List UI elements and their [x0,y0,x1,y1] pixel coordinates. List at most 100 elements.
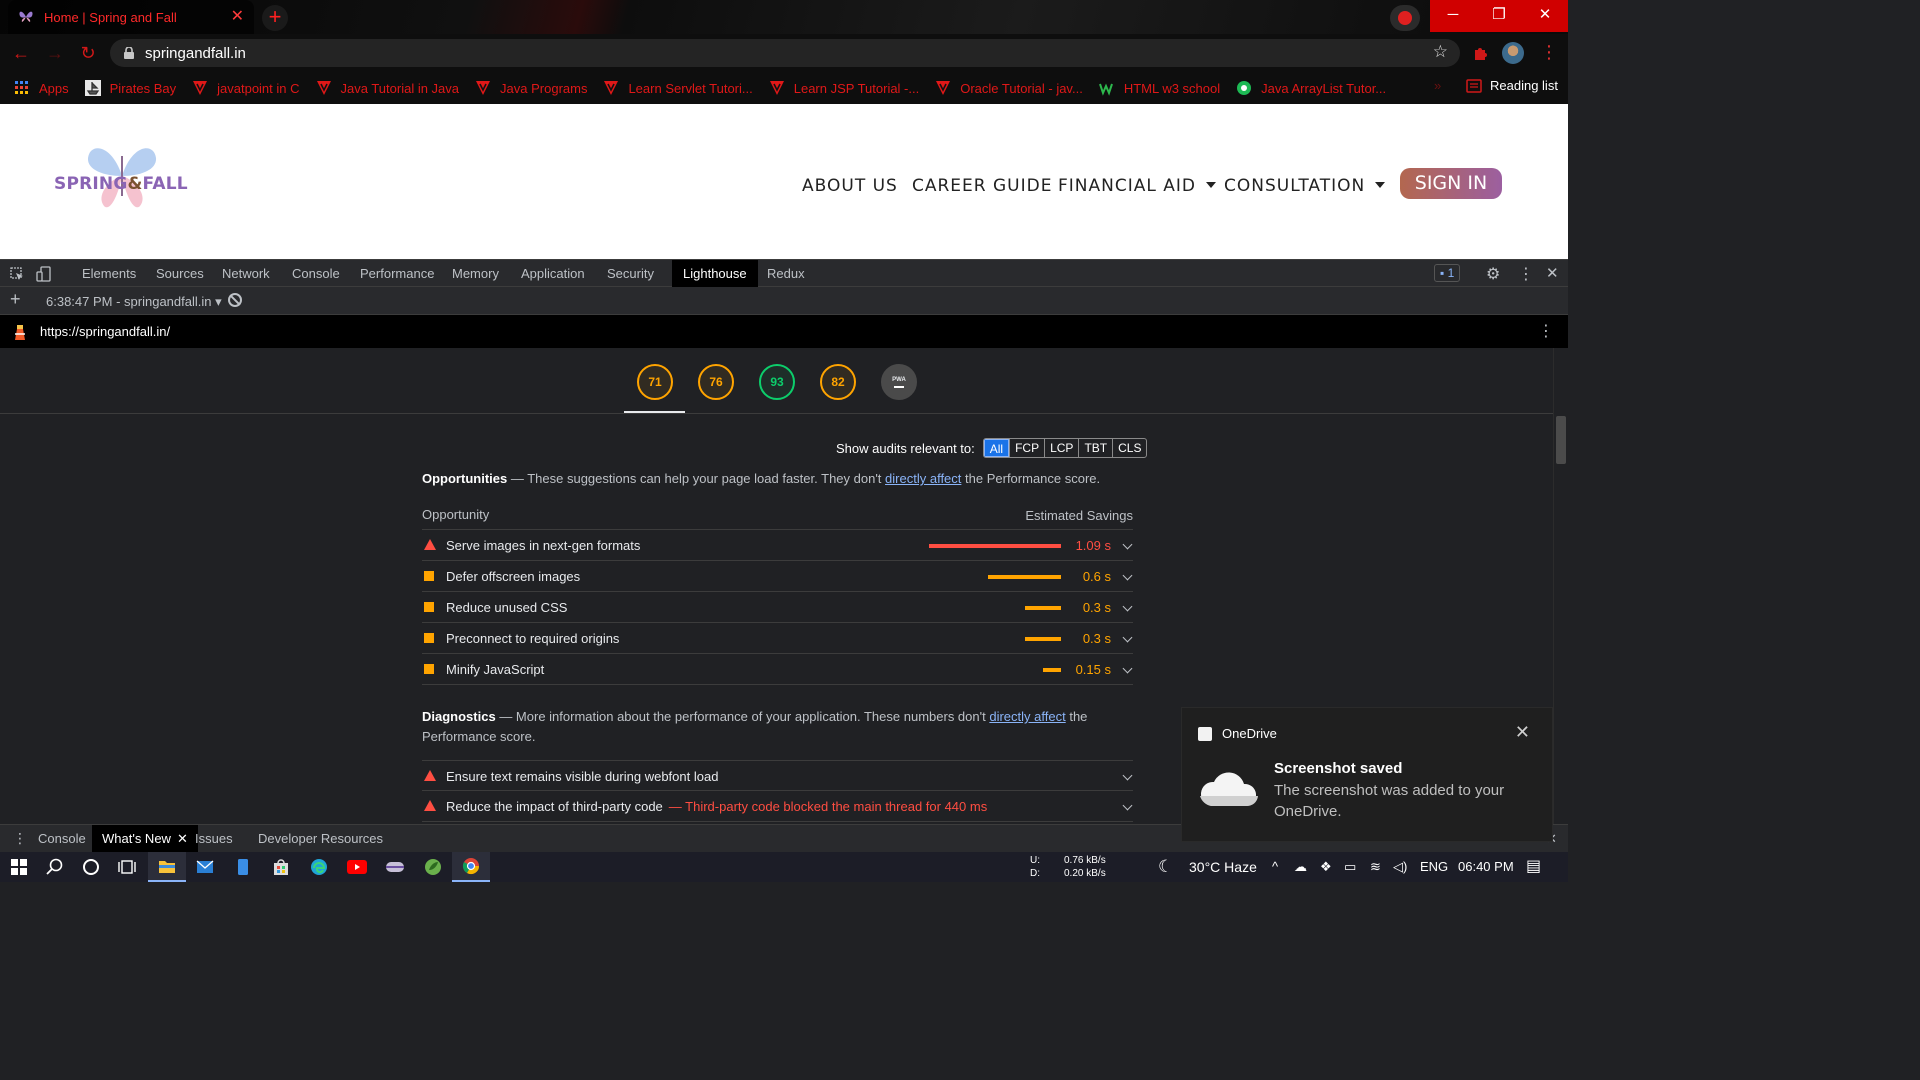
chevron-down-icon[interactable] [1122,601,1133,612]
cortana-icon[interactable] [72,852,110,882]
tab-sources[interactable]: Sources [154,260,206,287]
tab-application[interactable]: Application [519,260,587,287]
task-view-icon[interactable] [108,852,146,882]
tab-elements[interactable]: Elements [80,260,138,287]
issues-badge[interactable]: ▪ 1 [1434,264,1461,282]
phone-link-icon[interactable] [224,852,262,882]
spring-tool-icon[interactable] [414,852,452,882]
device-toolbar-icon[interactable] [36,266,52,282]
wifi-icon[interactable]: ≋ [1370,852,1381,882]
notification-close-icon[interactable]: ✕ [1515,722,1530,743]
mail-icon[interactable] [186,852,224,882]
opportunity-row[interactable]: Minify JavaScript 0.15 s [422,654,1133,685]
store-icon[interactable] [262,852,300,882]
dropbox-tray-icon[interactable]: ❖ [1320,852,1332,882]
browser-tab[interactable]: Home | Spring and Fall ✕ [8,0,254,34]
drawer-tab-developer-resources[interactable]: Developer Resources [258,825,383,852]
edge-icon[interactable] [300,852,338,882]
settings-gear-icon[interactable]: ⚙ [1486,264,1500,284]
minimize-button[interactable]: ─ [1430,0,1476,32]
maximize-button[interactable]: ❐ [1476,0,1522,32]
filter-chip-tbt[interactable]: TBT [1078,439,1112,457]
drawer-tab-issues[interactable]: Issues [195,825,233,852]
scrollbar-thumb[interactable] [1556,416,1566,464]
new-tab-icon[interactable]: + [262,5,288,31]
tab-network[interactable]: Network [220,260,272,287]
action-center-icon[interactable]: ▤ [1526,852,1541,882]
record-extension-icon[interactable] [1390,5,1420,31]
filter-chip-cls[interactable]: CLS [1112,439,1146,457]
nav-financial-aid[interactable]: FINANCIAL AID [1058,176,1216,196]
bookmark-star-icon[interactable]: ☆ [1433,42,1448,62]
nav-career-guide[interactable]: CAREER GUIDE [912,176,1052,196]
nav-consultation[interactable]: CONSULTATION [1224,176,1386,196]
chrome-menu-icon[interactable]: ⋮ [1540,42,1558,63]
filter-chip-fcp[interactable]: FCP [1009,439,1044,457]
drawer-tab-console[interactable]: Console [38,825,86,852]
tab-close-icon[interactable]: ✕ [231,9,244,25]
directly-affect-link[interactable]: directly affect [989,709,1065,724]
gauge-pwa[interactable]: PWA [881,364,917,400]
gauge-seo[interactable]: 82 [820,364,856,400]
report-scrollbar[interactable] [1553,348,1568,824]
filter-chip-lcp[interactable]: LCP [1044,439,1078,457]
tab-memory[interactable]: Memory [450,260,501,287]
report-selector[interactable]: 6:38:47 PM - springandfall.in ▾ [46,294,222,310]
weather-text[interactable]: 30°C Haze [1189,852,1257,882]
opportunity-row[interactable]: Defer offscreen images 0.6 s [422,561,1133,592]
reload-icon[interactable]: ↻ [77,42,99,64]
bookmark-jsp[interactable]: Learn JSP Tutorial -... [769,80,919,96]
profile-avatar[interactable] [1502,42,1524,64]
onedrive-tray-icon[interactable]: ☁ [1294,852,1307,882]
tab-redux[interactable]: Redux [765,260,807,287]
bookmark-apps[interactable]: Apps [14,80,69,96]
youtube-icon[interactable] [338,852,376,882]
drawer-menu-icon[interactable]: ⋮ [13,830,27,847]
close-window-button[interactable]: ✕ [1522,0,1568,32]
drawer-tab-whats-new[interactable]: What's New ✕ [92,825,198,852]
chevron-down-icon[interactable] [1122,632,1133,643]
windows-start-icon[interactable] [0,852,38,882]
bookmark-java-programs[interactable]: Java Programs [475,80,587,96]
diagnostic-row[interactable]: Ensure text remains visible during webfo… [422,760,1133,791]
clock[interactable]: 06:40 PM [1458,852,1514,882]
diagnostic-row[interactable]: Reduce the impact of third-party code — T… [422,791,1133,822]
gauge-accessibility[interactable]: 76 [698,364,734,400]
close-devtools-icon[interactable]: ✕ [1546,264,1559,282]
battery-icon[interactable]: ▭ [1344,852,1356,882]
tray-chevron-up-icon[interactable]: ^ [1272,852,1278,882]
address-bar[interactable]: springandfall.in ☆ [110,39,1460,67]
gauge-best-practices[interactable]: 93 [759,364,795,400]
bookmark-pirates-bay[interactable]: Pirates Bay [84,80,176,96]
weather-moon-icon[interactable]: ☾ [1158,852,1173,882]
directly-affect-link[interactable]: directly affect [885,471,961,486]
tab-console[interactable]: Console [290,260,342,287]
chevron-down-icon[interactable] [1122,570,1133,581]
devtools-menu-icon[interactable]: ⋮ [1518,264,1534,284]
inspect-element-icon[interactable] [10,267,24,281]
bookmark-servlet[interactable]: Learn Servlet Tutori... [603,80,753,96]
extensions-puzzle-icon[interactable] [1472,44,1490,62]
tab-security[interactable]: Security [605,260,656,287]
volume-icon[interactable]: ◁) [1393,852,1407,882]
new-report-icon[interactable]: + [10,289,21,310]
bookmark-arraylist[interactable]: Java ArrayList Tutor... [1236,80,1386,96]
bookmark-javatpoint[interactable]: javatpoint in C [192,80,300,96]
chevron-down-icon[interactable] [1122,663,1133,674]
report-url[interactable]: https://springandfall.in/ [40,324,170,339]
opportunity-row[interactable]: Preconnect to required origins 0.3 s [422,623,1133,654]
close-tab-icon[interactable]: ✕ [177,831,188,846]
clear-reports-icon[interactable] [228,293,242,307]
bookmarks-overflow-icon[interactable]: » [1434,78,1441,93]
onedrive-notification[interactable]: OneDrive ✕ Screenshot saved The screensh… [1181,707,1553,842]
gauge-performance[interactable]: 71 [637,364,673,400]
opportunity-row[interactable]: Reduce unused CSS 0.3 s [422,592,1133,623]
chevron-down-icon[interactable] [1122,800,1133,811]
opportunity-row[interactable]: Serve images in next-gen formats 1.09 s [422,530,1133,561]
chevron-down-icon[interactable] [1122,770,1133,781]
filter-chip-all[interactable]: All [983,439,1010,457]
chevron-down-icon[interactable] [1122,539,1133,550]
bookmark-oracle[interactable]: Oracle Tutorial - jav... [935,80,1083,96]
forward-icon[interactable]: → [44,42,66,64]
search-icon[interactable] [36,852,74,882]
